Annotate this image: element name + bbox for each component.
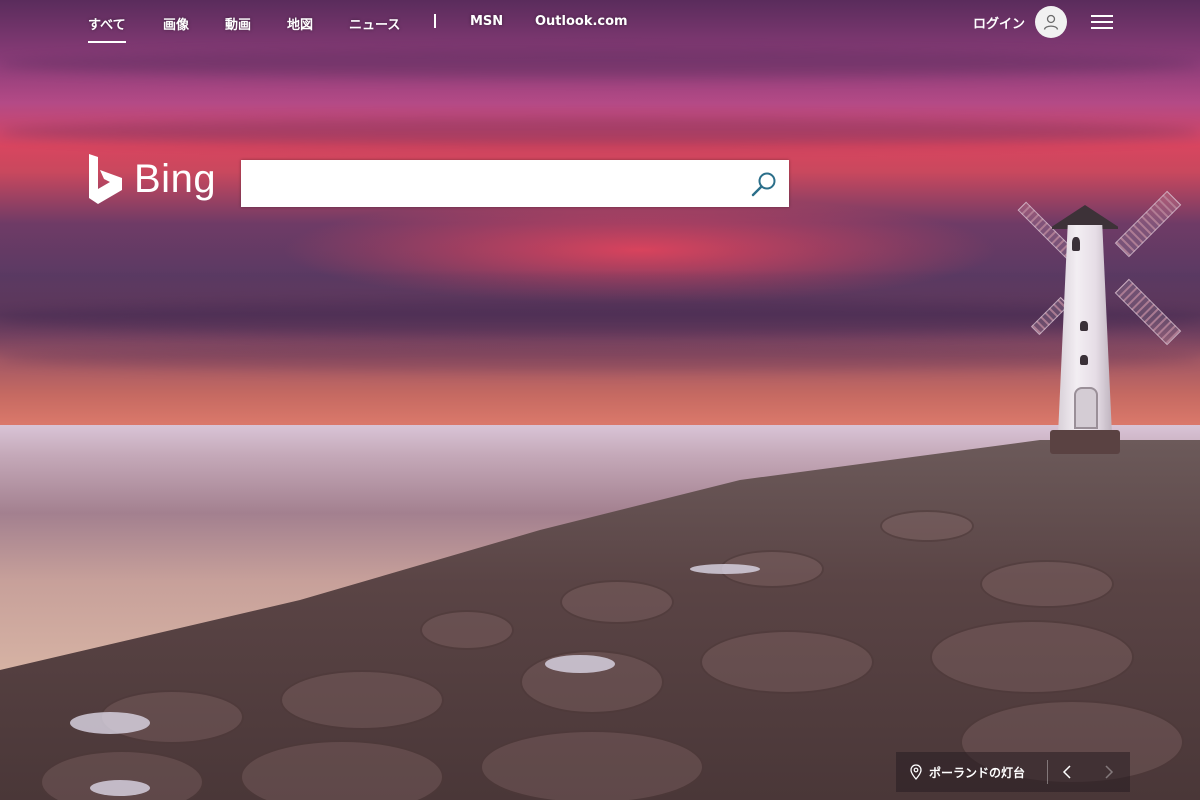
background-image [0, 0, 1200, 800]
location-pin-icon [910, 764, 922, 780]
chevron-left-icon[interactable] [1048, 752, 1088, 792]
user-icon[interactable] [1035, 6, 1067, 38]
bing-logo[interactable]: Bing [88, 152, 216, 206]
search-icon[interactable] [748, 168, 780, 200]
login-link[interactable]: ログイン [973, 13, 1025, 32]
top-navigation: すべて 画像 動画 地図 ニュース MSN Outlook.com ログイン [0, 0, 1200, 44]
bing-logo-text: Bing [134, 156, 217, 201]
nav-msn[interactable]: MSN [470, 14, 503, 29]
cloud [0, 300, 1200, 336]
cloud [0, 118, 1200, 146]
nav-outlook[interactable]: Outlook.com [535, 14, 628, 29]
sky [0, 0, 1200, 430]
nav-maps[interactable]: 地図 [287, 14, 313, 33]
search-box [241, 160, 789, 209]
cloud [0, 345, 1200, 371]
cloud [0, 50, 1200, 78]
chevron-right-icon[interactable] [1088, 752, 1128, 792]
nav-news[interactable]: ニュース [349, 14, 400, 33]
nav-videos[interactable]: 動画 [225, 14, 251, 33]
windmill-lighthouse [1017, 190, 1182, 455]
bing-b-icon [89, 154, 122, 204]
nav-images[interactable]: 画像 [163, 14, 189, 33]
nav-separator [434, 14, 436, 28]
image-title-link[interactable]: ポーランドの灯台 [929, 764, 1025, 781]
hamburger-menu-icon[interactable] [1091, 13, 1113, 31]
nav-all[interactable]: すべて [88, 14, 126, 43]
image-info-bar: ポーランドの灯台 [896, 752, 1130, 792]
search-input[interactable] [253, 160, 747, 209]
